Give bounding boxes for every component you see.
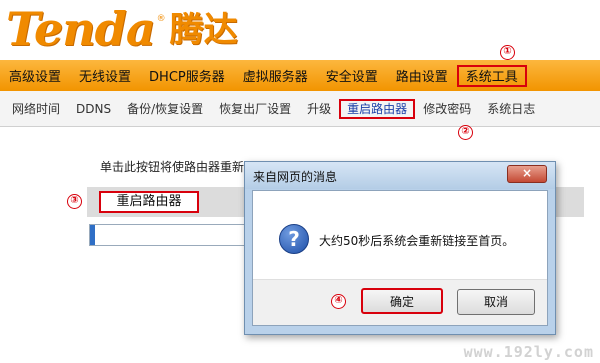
callout-1: ①	[500, 45, 515, 60]
nav-security-settings[interactable]: 安全设置	[317, 65, 387, 87]
subnav-change-password[interactable]: 修改密码	[415, 99, 479, 119]
dialog-message: 大约50秒后系统会重新链接至首页。	[319, 234, 515, 248]
dialog-footer: ④ 确定 取消	[253, 279, 547, 325]
subnav-backup-restore[interactable]: 备份/恢复设置	[119, 99, 211, 119]
nav-virtual-server[interactable]: 虚拟服务器	[234, 65, 317, 87]
reboot-router-button[interactable]: 重启路由器	[99, 191, 199, 213]
callout-2: ②	[458, 125, 473, 140]
reboot-progress-bar	[89, 224, 249, 246]
subnav-upgrade[interactable]: 升级	[299, 99, 339, 119]
nav-advanced-settings[interactable]: 高级设置	[0, 65, 70, 87]
subnav-reboot-router[interactable]: 重启路由器	[339, 98, 416, 119]
callout-4: ④	[331, 294, 346, 309]
subnav-ddns[interactable]: DDNS	[68, 99, 119, 119]
nav-system-tools[interactable]: 系统工具	[456, 64, 527, 87]
progress-fill	[90, 225, 95, 245]
cancel-button[interactable]: 取消	[457, 289, 535, 315]
subnav-system-log[interactable]: 系统日志	[479, 99, 543, 119]
ok-button[interactable]: 确定	[361, 288, 443, 314]
callout-3: ③	[67, 194, 82, 209]
subnav-network-time[interactable]: 网络时间	[4, 99, 68, 119]
tenda-logo: Tenda ® 腾达	[6, 2, 238, 54]
logo-chinese-text: 腾达	[169, 10, 238, 50]
close-icon[interactable]: ×	[507, 165, 547, 183]
reboot-instruction: 单击此按钮将使路由器重新	[100, 160, 245, 174]
dialog-body: ? 大约50秒后系统会重新链接至首页。 ④ 确定 取消	[252, 190, 548, 326]
message-dialog: 来自网页的消息 × ? 大约50秒后系统会重新链接至首页。 ④ 确定 取消	[244, 161, 556, 335]
dialog-title: 来自网页的消息	[253, 170, 338, 184]
dialog-titlebar: 来自网页的消息 ×	[245, 162, 555, 189]
logo-latin-text: Tenda	[6, 2, 156, 56]
nav-routing-settings[interactable]: 路由设置	[387, 65, 457, 87]
site-watermark: www.192ly.com	[463, 343, 594, 361]
main-nav: 高级设置 无线设置 DHCP服务器 虚拟服务器 安全设置 路由设置 系统工具	[0, 60, 600, 91]
sub-nav: 网络时间 DDNS 备份/恢复设置 恢复出厂设置 升级 重启路由器 修改密码 系…	[0, 91, 600, 127]
nav-dhcp-server[interactable]: DHCP服务器	[140, 65, 234, 87]
logo-registered-mark: ®	[156, 14, 166, 24]
nav-wireless-settings[interactable]: 无线设置	[70, 65, 140, 87]
subnav-factory-reset[interactable]: 恢复出厂设置	[211, 99, 299, 119]
question-icon: ?	[279, 224, 309, 254]
